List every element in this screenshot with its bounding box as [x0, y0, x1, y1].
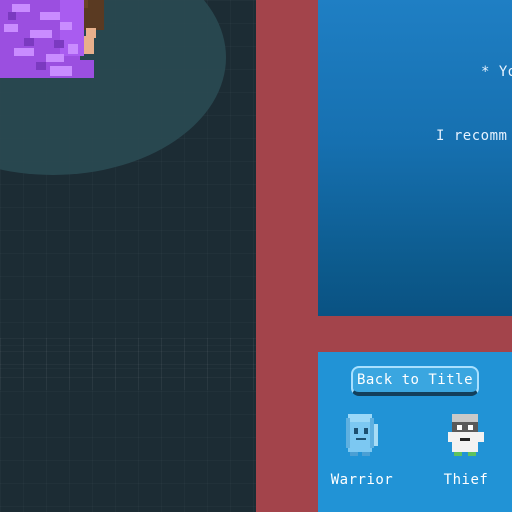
game-screen: * Yo I recomm Back to Title Warrior: [0, 0, 512, 512]
dialog-text-line: I recomm: [436, 128, 508, 144]
thief-icon: [448, 414, 484, 456]
dialog-box: [318, 0, 512, 316]
character-option-warrior[interactable]: Warrior: [327, 404, 397, 500]
floor-tiles: [0, 338, 256, 390]
game-viewport: [0, 0, 256, 512]
character-label: Warrior: [330, 472, 394, 488]
character-option-thief[interactable]: Thief: [431, 404, 501, 500]
character-label: Thief: [443, 472, 489, 488]
player-sprite-icon: [0, 0, 104, 78]
warrior-icon: [346, 414, 378, 456]
back-to-title-button[interactable]: Back to Title: [351, 366, 479, 396]
dialog-text-line: * Yo: [481, 64, 512, 80]
